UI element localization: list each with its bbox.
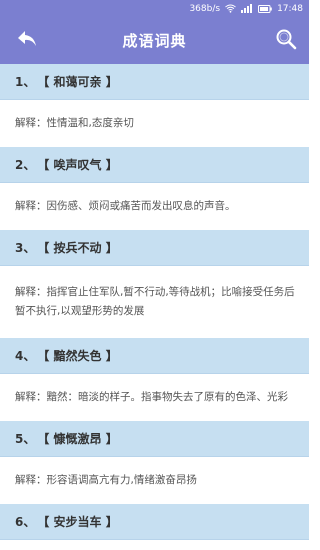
idiom-index: 5、 <box>15 432 36 446</box>
idiom-word: 【 慷慨激昂 】 <box>37 432 118 446</box>
list-item[interactable]: 1、 【 和蔼可亲 】 解释：性情温和,态度亲切 <box>0 64 309 147</box>
back-button[interactable] <box>14 29 40 53</box>
status-bar: 368b/s 17:48 <box>0 0 309 17</box>
idiom-explanation: 解释：指挥官止住军队,暂不行动,等待战机；比喻接受任务后暂不执行,以观望形势的发… <box>0 266 309 338</box>
network-speed: 368b/s <box>189 3 221 14</box>
app-bar: 成语词典 <box>0 17 309 64</box>
idiom-index: 4、 <box>15 349 36 363</box>
signal-icon <box>241 4 253 13</box>
idiom-explanation: 解释：黯然：暗淡的样子。指事物失去了原有的色泽、光彩 <box>0 374 309 421</box>
clock: 17:48 <box>277 3 303 14</box>
idiom-header[interactable]: 2、 【 唉声叹气 】 <box>0 147 309 183</box>
idiom-explanation: 解释：形容语调高亢有力,情绪激奋昂扬 <box>0 457 309 504</box>
idiom-explanation: 解释：因伤感、烦闷或痛苦而发出叹息的声音。 <box>0 183 309 230</box>
idiom-header[interactable]: 4、 【 黯然失色 】 <box>0 338 309 374</box>
idiom-word: 【 黯然失色 】 <box>37 349 118 363</box>
idiom-index: 6、 <box>15 515 36 529</box>
list-item[interactable]: 6、 【 安步当车 】 <box>0 504 309 540</box>
list-item[interactable]: 4、 【 黯然失色 】 解释：黯然：暗淡的样子。指事物失去了原有的色泽、光彩 <box>0 338 309 421</box>
idiom-word: 【 唉声叹气 】 <box>37 158 118 172</box>
idiom-index: 3、 <box>15 241 36 255</box>
idiom-word: 【 按兵不动 】 <box>37 241 118 255</box>
idiom-index: 2、 <box>15 158 36 172</box>
idiom-header[interactable]: 3、 【 按兵不动 】 <box>0 230 309 266</box>
search-icon <box>275 28 297 54</box>
idiom-index: 1、 <box>15 75 36 89</box>
battery-icon <box>258 4 272 13</box>
idiom-list[interactable]: 1、 【 和蔼可亲 】 解释：性情温和,态度亲切 2、 【 唉声叹气 】 解释：… <box>0 64 309 540</box>
list-item[interactable]: 2、 【 唉声叹气 】 解释：因伤感、烦闷或痛苦而发出叹息的声音。 <box>0 147 309 230</box>
idiom-header[interactable]: 5、 【 慷慨激昂 】 <box>0 421 309 457</box>
idiom-header[interactable]: 1、 【 和蔼可亲 】 <box>0 64 309 100</box>
list-item[interactable]: 5、 【 慷慨激昂 】 解释：形容语调高亢有力,情绪激奋昂扬 <box>0 421 309 504</box>
idiom-word: 【 安步当车 】 <box>37 515 118 529</box>
page-title: 成语词典 <box>122 32 187 50</box>
search-button[interactable] <box>273 28 299 54</box>
back-arrow-icon <box>16 29 38 53</box>
idiom-header[interactable]: 6、 【 安步当车 】 <box>0 504 309 540</box>
idiom-word: 【 和蔼可亲 】 <box>37 75 118 89</box>
list-item[interactable]: 3、 【 按兵不动 】 解释：指挥官止住军队,暂不行动,等待战机；比喻接受任务后… <box>0 230 309 338</box>
wifi-icon <box>225 4 236 13</box>
idiom-explanation: 解释：性情温和,态度亲切 <box>0 100 309 147</box>
